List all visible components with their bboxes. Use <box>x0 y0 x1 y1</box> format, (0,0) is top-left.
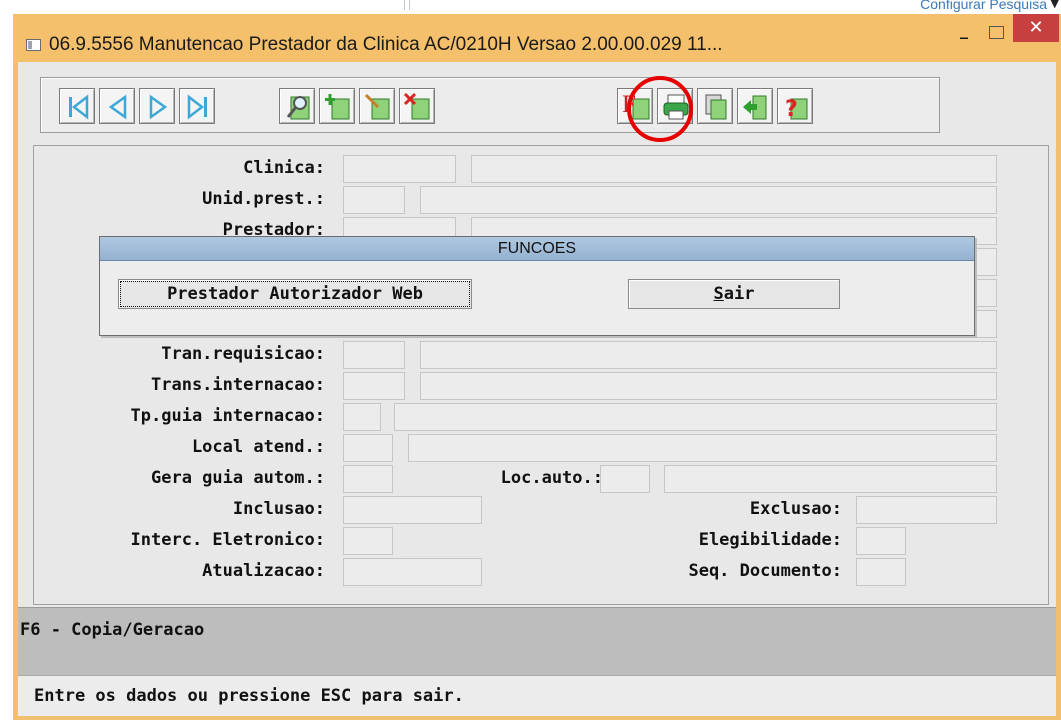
exit-icon <box>743 95 767 120</box>
edit-icon <box>364 93 390 120</box>
label-seq-documento: Seq. Documento: <box>688 561 842 581</box>
tp-guia-internacao-desc-field[interactable] <box>394 403 997 431</box>
function-key-hint: F6 - Copia/Geracao <box>20 620 205 640</box>
label-loc-auto: Loc.auto.: <box>500 468 603 488</box>
next-icon <box>149 94 168 120</box>
gera-guia-autom-field[interactable] <box>343 465 393 493</box>
function-key-bar: F6 - Copia/Geracao <box>18 607 1056 675</box>
maximize-button[interactable] <box>989 26 1004 39</box>
label-tran-requisicao: Tran.requisicao: <box>161 344 325 364</box>
splitter-handle <box>404 0 410 10</box>
label-interc-eletronico: Interc. Eletronico: <box>130 530 325 550</box>
prev-icon <box>108 94 127 120</box>
unid-prest-code-field[interactable] <box>343 186 405 214</box>
clinica-code-field[interactable] <box>343 155 456 183</box>
label-atualizacao: Atualizacao: <box>202 561 325 581</box>
help-button[interactable]: ? <box>777 88 813 124</box>
label-inclusao: Inclusao: <box>232 499 325 519</box>
clinica-name-field[interactable] <box>471 155 997 183</box>
label-trans-internacao: Trans.internacao: <box>151 375 325 395</box>
highlight-circle <box>627 76 693 142</box>
tran-requisicao-desc-field[interactable] <box>420 341 997 369</box>
copy-button[interactable] <box>697 88 733 124</box>
delete-icon <box>403 92 430 120</box>
status-message: Entre os dados ou pressione ESC para sai… <box>34 686 464 706</box>
form-panel: Clinica: Unid.prest.: Prestador: Tran.re… <box>33 145 1049 605</box>
tran-requisicao-code-field[interactable] <box>343 341 405 369</box>
local-atend-desc-field[interactable] <box>408 434 997 462</box>
label-clinica: Clinica: <box>243 158 325 178</box>
label-local-atend: Local atend.: <box>191 437 325 457</box>
seq-documento-field[interactable] <box>856 558 906 586</box>
local-atend-code-field[interactable] <box>343 434 393 462</box>
trans-internacao-desc-field[interactable] <box>420 372 997 400</box>
interc-eletronico-field[interactable] <box>343 527 393 555</box>
search-button[interactable] <box>279 88 315 124</box>
inclusao-field[interactable] <box>343 496 482 524</box>
unid-prest-name-field[interactable] <box>420 186 997 214</box>
first-icon <box>69 94 89 120</box>
delete-record-button[interactable] <box>399 88 435 124</box>
app-icon <box>26 39 41 51</box>
label-tp-guia-internacao: Tp.guia internacao: <box>130 406 325 426</box>
background-strip: Configurar Pesquisa ▼ <box>0 0 1061 14</box>
configurar-pesquisa-link[interactable]: Configurar Pesquisa <box>920 0 1047 12</box>
help-icon: ? <box>785 97 808 122</box>
add-icon <box>325 94 350 120</box>
loc-auto-code-field[interactable] <box>600 465 650 493</box>
loc-auto-desc-field[interactable] <box>664 465 997 493</box>
sair-button[interactable]: Sair <box>628 279 840 309</box>
last-record-button[interactable] <box>179 88 215 124</box>
atualizacao-field[interactable] <box>343 558 482 586</box>
tp-guia-internacao-code-field[interactable] <box>343 403 381 431</box>
next-record-button[interactable] <box>139 88 175 124</box>
dialog-title: FUNCOES <box>100 237 974 261</box>
previous-record-button[interactable] <box>99 88 135 124</box>
message-bar: Entre os dados ou pressione ESC para sai… <box>18 675 1056 716</box>
first-record-button[interactable] <box>59 88 95 124</box>
label-gera-guia-autom: Gera guia autom.: <box>151 468 325 488</box>
label-exclusao: Exclusao: <box>749 499 842 519</box>
label-unid-prest: Unid.prest.: <box>202 189 325 209</box>
dropdown-caret-icon[interactable]: ▼ <box>1051 0 1059 10</box>
exit-button[interactable] <box>737 88 773 124</box>
funcoes-dialog: FUNCOES Prestador Autorizador Web Sair <box>99 236 975 336</box>
exclusao-field[interactable] <box>856 496 997 524</box>
navigation-toolbar: F ? <box>40 76 940 142</box>
label-elegibilidade: Elegibilidade: <box>698 530 842 550</box>
minimize-button[interactable]: – <box>953 27 975 48</box>
add-record-button[interactable] <box>319 88 355 124</box>
trans-internacao-code-field[interactable] <box>343 372 405 400</box>
prestador-autorizador-web-button[interactable]: Prestador Autorizador Web <box>118 279 472 309</box>
svg-text:?: ? <box>785 97 798 122</box>
search-icon <box>286 96 310 120</box>
copy-icon <box>705 94 727 120</box>
app-window: 06.9.5556 Manutencao Prestador da Clinic… <box>13 14 1061 720</box>
window-content: F ? Clinica: Unid.prest.: Prestador: Tra… <box>18 62 1056 716</box>
close-button[interactable]: ✕ <box>1013 14 1059 42</box>
last-icon <box>187 94 207 120</box>
title-bar[interactable]: 06.9.5556 Manutencao Prestador da Clinic… <box>13 14 1061 62</box>
sair-label-rest: air <box>723 284 755 304</box>
elegibilidade-field[interactable] <box>856 527 906 555</box>
edit-record-button[interactable] <box>359 88 395 124</box>
sair-mnemonic: S <box>713 284 724 304</box>
window-title: 06.9.5556 Manutencao Prestador da Clinic… <box>49 34 723 55</box>
